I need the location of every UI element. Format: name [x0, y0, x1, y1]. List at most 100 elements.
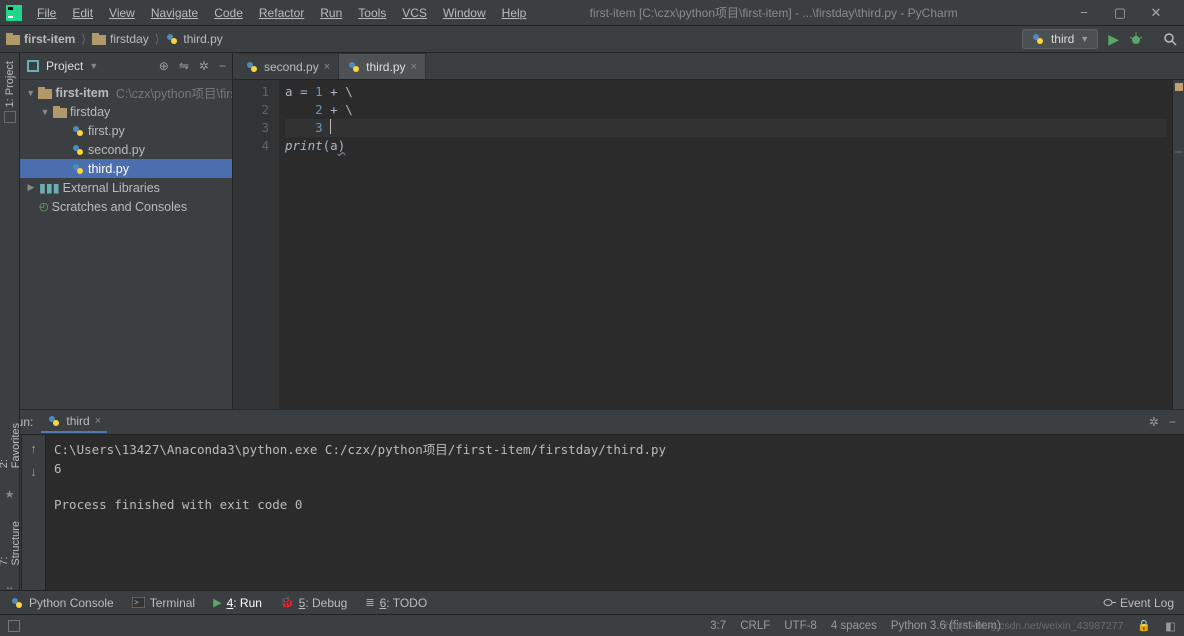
- console-line: 6: [54, 460, 1176, 479]
- tree-root[interactable]: first-item C:\czx\python项目\first: [20, 83, 232, 102]
- window-controls: − ▢ ✕: [1074, 5, 1166, 21]
- breadcrumb-label: third.py: [183, 32, 222, 46]
- star-icon: ★: [5, 488, 15, 501]
- status-bar: 3:7 CRLF UTF-8 4 spaces Python 3.6 (firs…: [0, 615, 1184, 636]
- close-tab-icon[interactable]: ×: [324, 61, 330, 73]
- debug-button[interactable]: [1129, 32, 1143, 46]
- code-editor[interactable]: a = 1 + \ 2 + \ 3 print(a): [279, 80, 1172, 409]
- bottom-tool-bar: Python Console > Terminal ▶ 4: Run 🐞 5: …: [0, 590, 1184, 615]
- run-config-tab[interactable]: third ×: [41, 411, 107, 433]
- expand-arrow-icon[interactable]: [26, 182, 36, 193]
- menu-view[interactable]: View: [102, 4, 142, 22]
- run-tool-button[interactable]: ▶ 4: Run: [213, 596, 262, 610]
- tree-file[interactable]: second.py: [20, 140, 232, 159]
- tree-external-libraries[interactable]: ▮▮▮ External Libraries: [20, 178, 232, 197]
- menu-refactor[interactable]: Refactor: [252, 4, 311, 22]
- settings-icon[interactable]: ✲: [199, 59, 209, 73]
- tree-label: External Libraries: [63, 181, 160, 195]
- search-everywhere-button[interactable]: [1163, 32, 1178, 47]
- expand-arrow-icon[interactable]: [40, 107, 50, 117]
- caret-position[interactable]: 3:7: [710, 620, 726, 632]
- lock-icon[interactable]: 🔒: [1137, 619, 1151, 632]
- event-log-button[interactable]: Event Log: [1103, 596, 1174, 610]
- up-button[interactable]: ↑: [30, 441, 37, 456]
- python-file-icon: [71, 143, 85, 157]
- scratches-icon: ◴: [39, 200, 49, 213]
- text-caret: [330, 119, 331, 134]
- run-button[interactable]: ▶: [1108, 31, 1119, 48]
- breadcrumb-root[interactable]: first-item: [6, 32, 75, 46]
- hide-icon[interactable]: −: [219, 59, 226, 73]
- terminal-button[interactable]: > Terminal: [132, 596, 195, 610]
- play-icon: ▶: [213, 596, 221, 609]
- tree-scratches[interactable]: ◴ Scratches and Consoles: [20, 197, 232, 216]
- tool-windows-icon[interactable]: [8, 620, 20, 632]
- down-button[interactable]: ↓: [30, 464, 37, 479]
- marker-icon[interactable]: [1175, 151, 1183, 153]
- hide-icon[interactable]: −: [1169, 415, 1176, 429]
- close-tab-icon[interactable]: ×: [411, 61, 417, 73]
- tree-label: Scratches and Consoles: [52, 200, 188, 214]
- line-gutter: 1 2 3 4: [233, 80, 279, 409]
- line-number: 1: [233, 83, 269, 101]
- chevron-right-icon: ⟩: [81, 32, 86, 46]
- tree-label: second.py: [88, 143, 145, 157]
- expand-arrow-icon[interactable]: [26, 88, 35, 98]
- menu-run[interactable]: Run: [313, 4, 349, 22]
- collapse-icon[interactable]: ⇋: [179, 59, 189, 73]
- minimize-button[interactable]: −: [1074, 5, 1094, 21]
- indent-info[interactable]: 4 spaces: [831, 620, 877, 632]
- tool-button-icon[interactable]: [4, 111, 16, 123]
- breadcrumb-file[interactable]: third.py: [165, 32, 222, 46]
- warning-marker-icon[interactable]: [1175, 83, 1183, 91]
- file-encoding[interactable]: UTF-8: [784, 620, 817, 632]
- menu-vcs[interactable]: VCS: [395, 4, 434, 22]
- editor-tab[interactable]: second.py ×: [237, 53, 339, 79]
- folder-icon: [38, 87, 52, 99]
- console-output[interactable]: C:\Users\13427\Anaconda3\python.exe C:/c…: [46, 435, 1184, 591]
- watermark-text: https://blog.csdn.net/weixin_43987277: [945, 620, 1124, 632]
- bb-label: Terminal: [150, 596, 195, 610]
- python-file-icon: [245, 60, 259, 74]
- left-tool-strip-lower: 2: Favorites ★ 7: Structure ⠿: [0, 409, 20, 590]
- chevron-right-icon: ⟩: [155, 32, 160, 46]
- structure-tool-button[interactable]: 7: Structure: [0, 521, 22, 566]
- project-tree: first-item C:\czx\python项目\first firstda…: [20, 80, 232, 219]
- folder-icon: [53, 106, 67, 118]
- debug-tool-button[interactable]: 🐞 5: Debug: [280, 596, 347, 610]
- svg-text:>: >: [134, 598, 139, 607]
- close-button[interactable]: ✕: [1146, 5, 1166, 21]
- line-number: 4: [233, 137, 269, 155]
- locate-icon[interactable]: ⊕: [159, 59, 169, 73]
- python-console-button[interactable]: Python Console: [10, 596, 114, 610]
- close-icon[interactable]: ×: [95, 415, 101, 427]
- breadcrumb-folder[interactable]: firstday: [92, 32, 149, 46]
- editor-tab-active[interactable]: third.py ×: [339, 53, 426, 79]
- main-menu: File Edit View Navigate Code Refactor Ru…: [30, 4, 533, 22]
- line-number: 3: [233, 119, 269, 137]
- tree-label: third.py: [88, 162, 129, 176]
- chevron-down-icon[interactable]: ▼: [89, 61, 98, 71]
- line-separator[interactable]: CRLF: [740, 620, 770, 632]
- project-tool-button[interactable]: 1: Project: [4, 61, 16, 107]
- run-config-name: third: [1051, 32, 1074, 46]
- memory-indicator-icon[interactable]: ◧: [1165, 619, 1176, 633]
- menu-navigate[interactable]: Navigate: [144, 4, 205, 22]
- settings-icon[interactable]: ✲: [1149, 415, 1159, 429]
- run-config-combo[interactable]: third ▼: [1022, 29, 1098, 49]
- tree-file[interactable]: first.py: [20, 121, 232, 140]
- tree-folder[interactable]: firstday: [20, 102, 232, 121]
- favorites-tool-button[interactable]: 2: Favorites: [0, 423, 22, 468]
- terminal-icon: >: [132, 597, 145, 608]
- tree-file-selected[interactable]: third.py: [20, 159, 232, 178]
- tree-label: first-item: [55, 86, 108, 100]
- maximize-button[interactable]: ▢: [1110, 5, 1130, 21]
- menu-tools[interactable]: Tools: [351, 4, 393, 22]
- run-panel: ▶ ≣ ⤓ 🖶 🗑 ↑ ↓ C:\Users\13427\Anaconda3\p…: [0, 435, 1184, 591]
- menu-file[interactable]: File: [30, 4, 63, 22]
- menu-code[interactable]: Code: [207, 4, 250, 22]
- menu-edit[interactable]: Edit: [65, 4, 100, 22]
- checklist-icon: ≣: [365, 596, 374, 609]
- python-icon: [1031, 32, 1045, 46]
- todo-tool-button[interactable]: ≣ 6: TODO: [365, 596, 427, 610]
